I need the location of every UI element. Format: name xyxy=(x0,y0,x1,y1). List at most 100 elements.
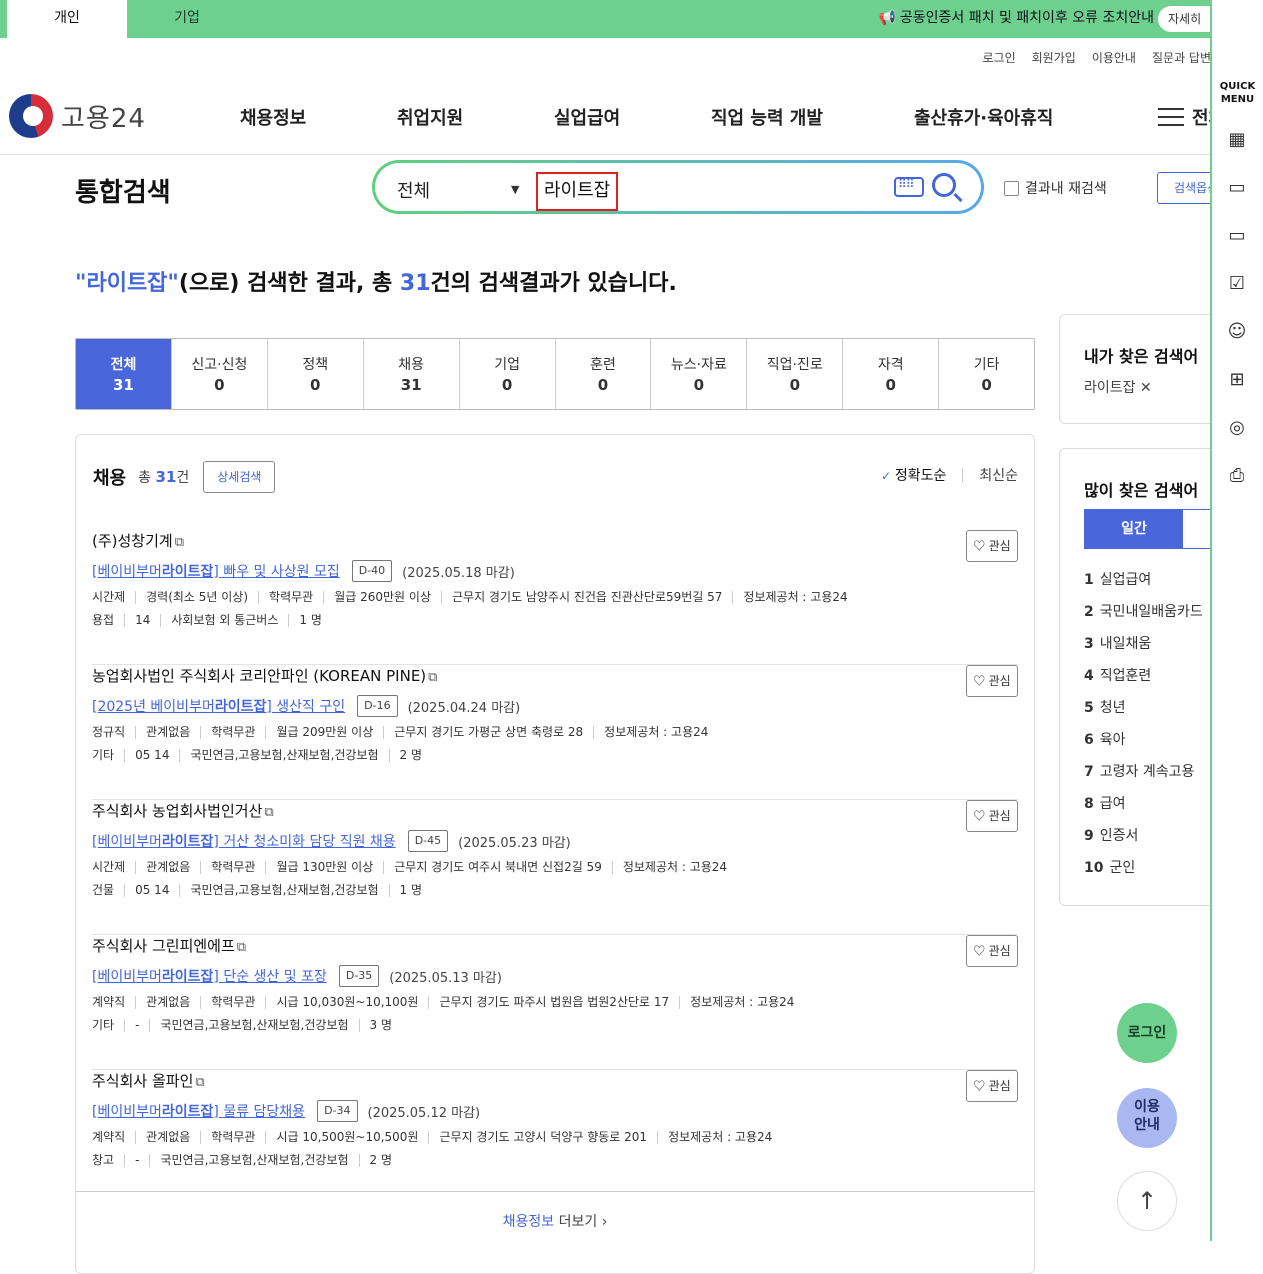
floating-guide-button[interactable]: 이용 안내 xyxy=(1117,1088,1177,1148)
notice-detail-button[interactable]: 자세히 xyxy=(1158,6,1212,32)
list-item[interactable]: 8 급여 xyxy=(1084,793,1203,825)
deadline: (2025.04.24 마감) xyxy=(407,700,521,716)
tab-jobs[interactable]: 채용 31 xyxy=(362,339,459,409)
period-daily-tab[interactable]: 일간 xyxy=(1085,510,1183,548)
tab-policy[interactable]: 정책 0 xyxy=(266,339,363,409)
company-name[interactable]: 농업회사법인 주식회사 코리안파인 (KOREAN PINE) ⧉ xyxy=(92,665,437,686)
summary-count: 31 xyxy=(399,271,431,296)
job-meta-extra: 용접 14 사회보험 외 통근버스 1 명 xyxy=(92,614,332,627)
tab-label: 기업 xyxy=(494,357,520,373)
tab-etc[interactable]: 기타 0 xyxy=(938,339,1034,409)
chat-icon[interactable]: ▭ xyxy=(1225,176,1249,200)
section-title: 채용 xyxy=(93,468,127,489)
company-name[interactable]: 주식회사 올파인 ⧉ xyxy=(92,1070,205,1091)
list-item[interactable]: 3 내일채움 xyxy=(1084,633,1203,665)
job-title-link[interactable]: [베이비부머라이트잡] 단순 생산 및 포장 xyxy=(92,966,327,986)
nav-maternity-leave[interactable]: 출산휴가·육아휴직 xyxy=(914,104,1053,130)
result-summary: "라이트잡"(으로) 검색한 결과, 총 31건의 검색결과가 있습니다. xyxy=(75,265,677,297)
search-category-select[interactable]: 전체 xyxy=(397,177,430,203)
smile-icon[interactable]: ☺ xyxy=(1225,320,1249,344)
calculator-icon[interactable]: ⊞ xyxy=(1225,368,1249,392)
favorite-button[interactable]: ♡ 관심 xyxy=(966,800,1018,832)
external-link-icon: ⧉ xyxy=(428,670,438,685)
main-nav: 채용정보 취업지원 실업급여 직업 능력 개발 출산휴가·육아휴직 xyxy=(0,104,1210,130)
job-title-link[interactable]: [베이비부머라이트잡] 빠우 및 사상원 모집 xyxy=(92,561,340,581)
building-icon[interactable]: ▦ xyxy=(1225,128,1249,152)
job-title-link[interactable]: [베이비부머라이트잡] 거산 청소미화 담당 직원 채용 xyxy=(92,831,396,851)
tab-career[interactable]: 직업·진로 0 xyxy=(746,339,842,409)
tab-license[interactable]: 자격 0 xyxy=(842,339,938,409)
monitor-icon[interactable]: ▭ xyxy=(1225,224,1249,248)
close-icon[interactable]: ✕ xyxy=(1140,380,1152,396)
sort-accuracy[interactable]: 정확도순 xyxy=(881,465,947,485)
caret-down-icon[interactable]: ▼ xyxy=(511,183,519,196)
nav-unemployment-benefit[interactable]: 실업급여 xyxy=(554,104,620,130)
list-item[interactable]: 1 실업급여 xyxy=(1084,569,1203,601)
job-title-link[interactable]: [베이비부머라이트잡] 물류 담당채용 xyxy=(92,1101,305,1121)
deadline: (2025.05.23 마감) xyxy=(458,835,571,851)
company-name[interactable]: 주식회사 농업회사법인거산 ⧉ xyxy=(92,800,274,821)
tab-report-apply[interactable]: 신고·신청 0 xyxy=(170,339,267,409)
deadline: (2025.05.18 마감) xyxy=(402,565,515,581)
heart-icon: ♡ xyxy=(973,1079,986,1093)
heart-icon: ♡ xyxy=(973,809,986,823)
job-title-link[interactable]: [2025년 베이비부머라이트잡] 생산직 구인 xyxy=(92,696,345,716)
tab-all[interactable]: 전체 31 xyxy=(76,339,171,409)
favorite-button[interactable]: ♡ 관심 xyxy=(966,530,1018,562)
job-meta-extra: 건물 05 14 국민연금,고용보험,산재보험,건강보험 1 명 xyxy=(92,884,432,897)
nav-employment-support[interactable]: 취업지원 xyxy=(397,104,463,130)
scroll-top-button[interactable]: ↑ xyxy=(1117,1171,1177,1231)
tab-count: 0 xyxy=(885,376,896,394)
refine-search-checkbox[interactable]: 결과내 재검색 xyxy=(1004,178,1107,198)
list-item[interactable]: 7 고령자 계속고용 xyxy=(1084,761,1203,793)
list-item[interactable]: 5 청년 xyxy=(1084,697,1203,729)
tab-count: 0 xyxy=(597,376,609,394)
nav-vocational-training[interactable]: 직업 능력 개발 xyxy=(711,104,823,130)
util-guide-link[interactable]: 이용안내 xyxy=(1092,49,1136,66)
my-search-box: 내가 찾은 검색어 라이트잡 ✕ xyxy=(1059,314,1219,424)
checklist-icon[interactable]: ☑ xyxy=(1225,272,1249,296)
floating-login-button[interactable]: 로그인 xyxy=(1117,1003,1177,1063)
list-item[interactable]: 6 육아 xyxy=(1084,729,1203,761)
coins-icon[interactable]: ◎ xyxy=(1225,416,1249,440)
util-login-link[interactable]: 로그인 xyxy=(983,49,1016,66)
util-qna-link[interactable]: 질문과 답변 xyxy=(1152,49,1211,66)
job-item: (주)성창기계 ⧉ [베이비부머라이트잡] 빠우 및 사상원 모집 D-40 (2… xyxy=(92,530,1018,665)
checkbox[interactable] xyxy=(1004,180,1019,196)
tab-label: 정책 xyxy=(302,357,329,373)
all-menu-button[interactable]: 전체 xyxy=(1158,104,1210,130)
page-title: 통합검색 xyxy=(75,178,171,208)
search-input[interactable]: 라이트잡 xyxy=(536,172,619,211)
tab-news[interactable]: 뉴스·자료 0 xyxy=(650,339,746,409)
list-item[interactable]: 4 직업훈련 xyxy=(1084,665,1203,697)
company-name[interactable]: (주)성창기계 ⧉ xyxy=(92,530,184,551)
sort-latest[interactable]: 최신순 xyxy=(979,465,1018,485)
favorite-button[interactable]: ♡ 관심 xyxy=(966,665,1018,697)
keyboard-icon[interactable] xyxy=(894,177,924,197)
list-item[interactable]: 10 군인 xyxy=(1084,857,1203,889)
external-link-icon: ⧉ xyxy=(174,535,185,550)
printer-icon[interactable]: ⎙ xyxy=(1225,464,1249,488)
job-item: 주식회사 그린피엔에프 ⧉ [베이비부머라이트잡] 단순 생산 및 포장 D-35… xyxy=(92,935,1018,1070)
job-meta: 시간제 경력(최소 5년 이상) 학력무관 월급 260만원 이상 근무지 경기도 남양… xyxy=(92,591,858,604)
more-jobs-link[interactable]: 채용정보 더보기 › xyxy=(76,1211,1034,1231)
tab-company[interactable]: 기업 xyxy=(127,0,247,38)
favorite-button[interactable]: ♡ 관심 xyxy=(966,935,1018,967)
nav-jobs[interactable]: 채용정보 xyxy=(240,104,306,130)
favorite-button[interactable]: ♡ 관심 xyxy=(966,1070,1018,1102)
company-name[interactable]: 주식회사 그린피엔에프 ⧉ xyxy=(92,935,246,956)
external-link-icon: ⧉ xyxy=(264,805,274,820)
tab-personal[interactable]: 개인 xyxy=(7,0,127,38)
tab-training[interactable]: 훈련 0 xyxy=(554,339,651,409)
list-item[interactable]: 2 국민내일배움카드 xyxy=(1084,601,1203,633)
detail-search-button[interactable]: 상세검색 xyxy=(203,461,276,493)
dday-badge: D-34 xyxy=(317,1100,358,1122)
search-icon[interactable] xyxy=(932,173,956,197)
quick-menu-title: QUICK MENU xyxy=(1219,81,1256,105)
search-option-button[interactable]: 검색옵션 xyxy=(1157,172,1210,204)
notice-banner[interactable]: 📢 공동인증서 패치 및 패치이후 오류 조치안내 xyxy=(878,0,1154,36)
my-search-keyword[interactable]: 라이트잡 ✕ xyxy=(1084,377,1152,397)
util-signup-link[interactable]: 회원가입 xyxy=(1032,49,1076,66)
list-item[interactable]: 9 인증서 xyxy=(1084,825,1203,857)
tab-company[interactable]: 기업 0 xyxy=(458,339,555,409)
